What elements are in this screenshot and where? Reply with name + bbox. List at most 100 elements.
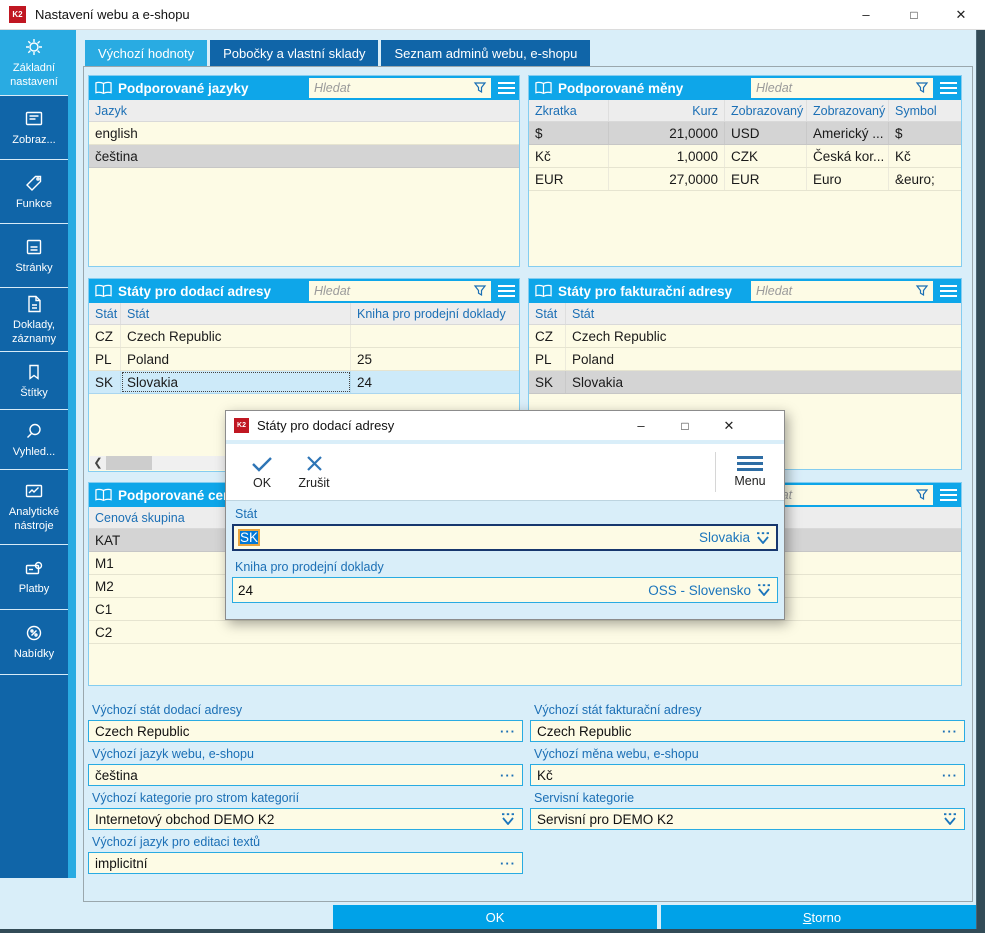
search-input[interactable] — [309, 284, 473, 298]
table-cell[interactable]: &euro; — [889, 168, 961, 190]
sidebar-item-stitky[interactable]: Štítky — [0, 352, 68, 410]
sidebar-item-analyticke-nastroje[interactable]: Analytické nástroje — [0, 470, 68, 545]
column-header[interactable]: Symbol — [889, 100, 961, 121]
table-cell[interactable]: SK — [529, 371, 566, 393]
column-header[interactable]: Stát — [566, 303, 961, 324]
table-row-selected[interactable]: $ 21,0000 USD Americký ... $ — [529, 122, 961, 145]
vychozi-jazyk-editace-field[interactable]: implicitní ··· — [88, 852, 523, 874]
maximize-button[interactable]: □ — [892, 0, 936, 29]
menu-icon[interactable] — [937, 78, 959, 98]
table-row[interactable]: Kč 1,0000 CZK Česká kor... Kč — [529, 145, 961, 168]
table-cell[interactable] — [351, 325, 519, 347]
table-cell[interactable]: Czech Republic — [566, 325, 961, 347]
tab-seznam-adminu[interactable]: Seznam adminů webu, e-shopu — [381, 40, 590, 66]
table-cell[interactable]: Poland — [566, 348, 961, 370]
column-header[interactable]: Stát — [89, 303, 121, 324]
search-input[interactable] — [751, 81, 915, 95]
table-cell[interactable]: C2 — [89, 621, 961, 643]
table-cell[interactable]: Czech Republic — [121, 325, 351, 347]
table-cell[interactable]: 1,0000 — [609, 145, 725, 167]
lookup-ellipsis-button[interactable]: ··· — [942, 725, 958, 738]
table-cell[interactable]: čeština — [89, 145, 519, 167]
table-cell[interactable]: 24 — [351, 371, 519, 393]
sidebar-item-stranky[interactable]: Stránky — [0, 224, 68, 288]
table-row[interactable]: english — [89, 122, 519, 145]
filter-icon[interactable] — [915, 284, 933, 298]
table-cell[interactable]: $ — [889, 122, 961, 144]
vychozi-stat-fakturacni-adresy-field[interactable]: Czech Republic ··· — [530, 720, 965, 742]
menu-icon[interactable] — [495, 78, 517, 98]
sidebar-item-platby[interactable]: Platby — [0, 545, 68, 610]
column-header[interactable]: Stát — [529, 303, 566, 324]
servisni-kategorie-field[interactable]: Servisní pro DEMO K2 — [530, 808, 965, 830]
table-cell[interactable]: $ — [529, 122, 609, 144]
column-header[interactable]: Kurz — [609, 100, 725, 121]
table-cell[interactable]: Poland — [121, 348, 351, 370]
filter-icon[interactable] — [915, 488, 933, 502]
dialog-minimize-button[interactable]: – — [624, 411, 658, 440]
sidebar-item-vyhledavani[interactable]: Vyhled... — [0, 410, 68, 470]
storno-button[interactable]: Storno — [661, 905, 983, 929]
vychozi-jazyk-webu-field[interactable]: čeština ··· — [88, 764, 523, 786]
table-cell[interactable]: Kč — [889, 145, 961, 167]
column-header[interactable]: Stát — [121, 303, 351, 324]
column-header[interactable]: Kniha pro prodejní doklady — [351, 303, 519, 324]
table-cell[interactable]: CZ — [529, 325, 566, 347]
scroll-left-arrow[interactable]: ❮ — [90, 456, 106, 470]
minimize-button[interactable]: – — [844, 0, 888, 29]
vychozi-stat-dodaci-adresy-field[interactable]: Czech Republic ··· — [88, 720, 523, 742]
kniha-pro-prodejni-doklady-field[interactable]: 24 OSS - Slovensko — [232, 577, 778, 603]
table-cell[interactable]: CZ — [89, 325, 121, 347]
search-input[interactable] — [309, 81, 473, 95]
lookup-ellipsis-button[interactable]: ··· — [500, 857, 516, 870]
dialog-ok-button[interactable]: OK — [240, 450, 284, 494]
lookup-ellipsis-button[interactable]: ··· — [942, 769, 958, 782]
filter-icon[interactable] — [915, 81, 933, 95]
column-header[interactable]: Zobrazovaný k — [725, 100, 807, 121]
table-cell[interactable]: Kč — [529, 145, 609, 167]
table-row[interactable]: PL Poland — [529, 348, 961, 371]
dropdown-icon[interactable] — [756, 583, 772, 597]
sidebar-item-zakladni-nastaveni[interactable]: Základní nastavení — [0, 30, 68, 96]
filter-icon[interactable] — [473, 284, 491, 298]
table-row[interactable]: CZ Czech Republic — [89, 325, 519, 348]
lookup-ellipsis-button[interactable]: ··· — [500, 725, 516, 738]
sidebar-item-zobrazeni[interactable]: Zobraz... — [0, 96, 68, 160]
menu-icon[interactable] — [495, 281, 517, 301]
dialog-menu-button[interactable]: Menu — [724, 450, 776, 494]
stat-field[interactable]: SK Slovakia — [232, 524, 778, 551]
table-row[interactable]: CZ Czech Republic — [529, 325, 961, 348]
table-row-selected[interactable]: SK Slovakia — [529, 371, 961, 394]
table-cell[interactable]: Česká kor... — [807, 145, 889, 167]
table-row[interactable]: C2 — [89, 621, 961, 644]
table-cell[interactable]: SK — [89, 371, 121, 393]
table-cell[interactable]: english — [89, 122, 519, 144]
sidebar-item-doklady-zaznamy[interactable]: Doklady, záznamy — [0, 288, 68, 352]
table-row-selected[interactable]: čeština — [89, 145, 519, 168]
dropdown-icon[interactable] — [500, 812, 516, 826]
vychozi-kategorie-field[interactable]: Internetový obchod DEMO K2 — [88, 808, 523, 830]
sidebar-item-funkce[interactable]: Funkce — [0, 160, 68, 224]
table-cell[interactable]: 21,0000 — [609, 122, 725, 144]
table-cell[interactable]: EUR — [529, 168, 609, 190]
tab-pobocky-a-vlastni-sklady[interactable]: Pobočky a vlastní sklady — [210, 40, 378, 66]
table-row-highlighted[interactable]: SK Slovakia 24 — [89, 371, 519, 394]
vychozi-mena-webu-field[interactable]: Kč ··· — [530, 764, 965, 786]
dialog-cancel-button[interactable]: Zrušit — [288, 450, 340, 494]
column-header[interactable]: Zobrazovaný r — [807, 100, 889, 121]
column-header[interactable]: Jazyk — [89, 100, 519, 121]
table-cell[interactable]: PL — [529, 348, 566, 370]
tab-vychozi-hodnoty[interactable]: Výchozí hodnoty — [85, 40, 207, 66]
close-button[interactable]: ✕ — [939, 0, 983, 29]
table-cell[interactable]: EUR — [725, 168, 807, 190]
table-cell[interactable]: Slovakia — [566, 371, 961, 393]
search-input[interactable] — [751, 284, 915, 298]
table-row[interactable]: EUR 27,0000 EUR Euro &euro; — [529, 168, 961, 191]
lookup-ellipsis-button[interactable]: ··· — [500, 769, 516, 782]
table-cell[interactable]: CZK — [725, 145, 807, 167]
menu-icon[interactable] — [937, 281, 959, 301]
table-row[interactable]: PL Poland 25 — [89, 348, 519, 371]
dialog-maximize-button[interactable]: □ — [668, 411, 702, 440]
table-cell[interactable]: PL — [89, 348, 121, 370]
dropdown-icon[interactable] — [942, 812, 958, 826]
